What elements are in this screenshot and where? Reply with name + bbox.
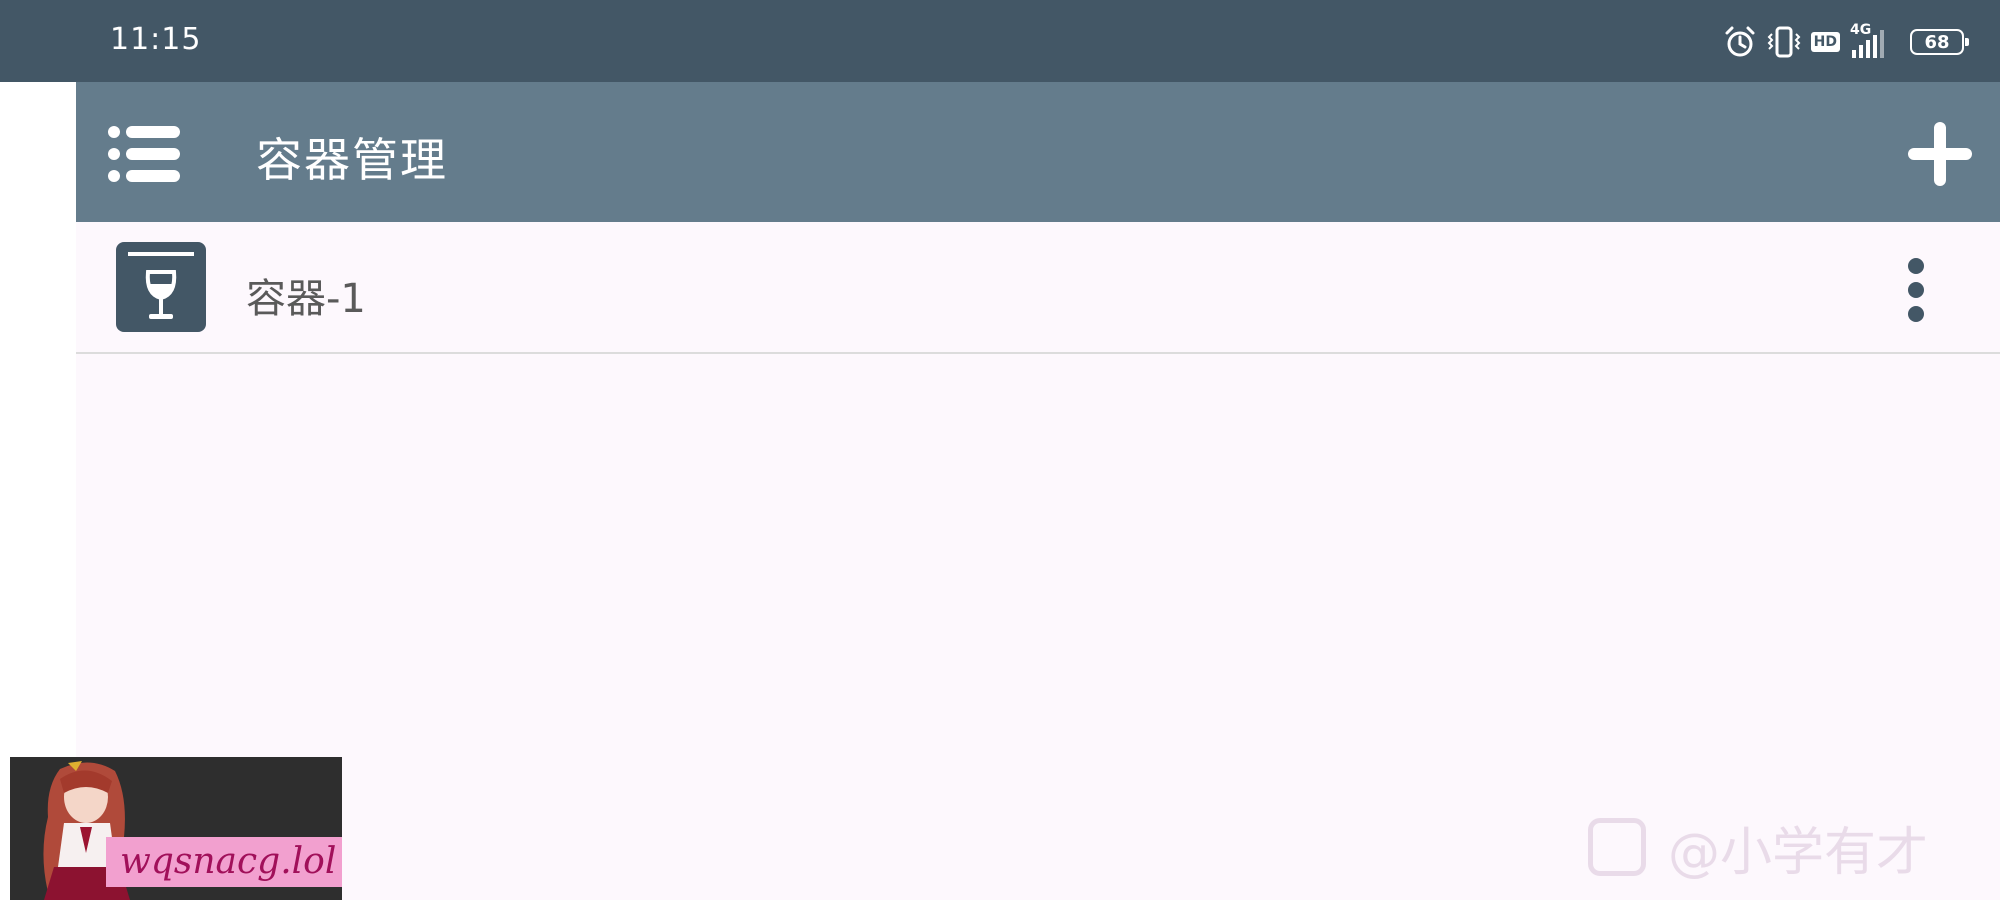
- watermark-text: @小学有才: [1667, 822, 1928, 883]
- plus-icon: [1908, 122, 1972, 186]
- battery-icon: 68: [1910, 29, 1969, 55]
- status-time: 11:15: [110, 22, 202, 57]
- vibrate-icon: [1767, 26, 1801, 58]
- alarm-icon: [1725, 26, 1755, 57]
- container-name: 容器-1: [246, 276, 366, 322]
- container-icon: [116, 242, 206, 332]
- list-item[interactable]: 容器-1: [76, 222, 2000, 354]
- app-logo-icon: [1587, 818, 1646, 876]
- promo-url-label: wqsnacg.lol: [106, 837, 342, 887]
- app-toolbar: 容器管理: [76, 82, 2000, 222]
- status-bar: 11:15 HD 4G 68: [0, 0, 2000, 82]
- more-options-button[interactable]: [1896, 254, 1936, 326]
- container-list: 容器-1: [76, 222, 2000, 354]
- battery-level: 68: [1924, 31, 1950, 53]
- signal-4g-icon: 4G: [1850, 22, 1894, 58]
- menu-list-icon: [108, 126, 180, 182]
- wine-glass-icon: [128, 252, 194, 319]
- menu-button[interactable]: [106, 122, 182, 186]
- status-icons: HD 4G 68: [1723, 22, 1969, 62]
- page-title: 容器管理: [256, 133, 448, 187]
- promo-overlay: wqsnacg.lol: [10, 757, 342, 900]
- hd-icon: HD: [1810, 32, 1840, 52]
- add-container-button[interactable]: [1904, 118, 1976, 190]
- more-vertical-icon: [1908, 258, 1924, 274]
- watermark: @小学有才: [1587, 815, 1928, 883]
